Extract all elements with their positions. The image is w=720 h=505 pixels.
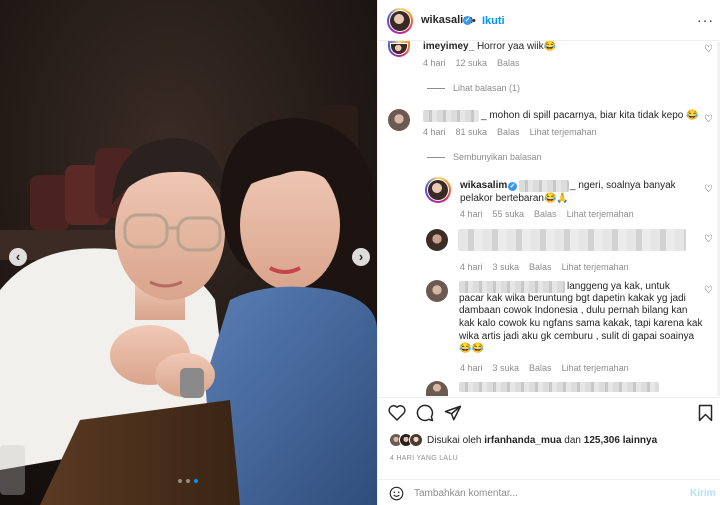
reply-3-translate[interactable]: Lihat terjemahan bbox=[562, 363, 629, 373]
view-replies-label: Lihat balasan (1) bbox=[453, 83, 521, 93]
liked-by-prefix: Disukai oleh bbox=[427, 435, 482, 446]
comment-input[interactable] bbox=[414, 485, 674, 501]
reply-1-username[interactable]: wikasalim bbox=[460, 180, 507, 193]
commenter-avatar[interactable] bbox=[426, 381, 448, 396]
blurred-mention bbox=[519, 180, 569, 192]
heart-icon[interactable] bbox=[388, 404, 406, 421]
reply-1-translate[interactable]: Lihat terjemahan bbox=[567, 209, 634, 219]
reply-3-time: 4 hari bbox=[460, 363, 483, 373]
reply-2-reply[interactable]: Balas bbox=[529, 262, 552, 272]
reply-2-time: 4 hari bbox=[460, 262, 483, 272]
comment-2-translate[interactable]: Lihat terjemahan bbox=[530, 127, 597, 137]
blurred-comment bbox=[458, 229, 686, 251]
blurred-username bbox=[423, 110, 479, 122]
carousel-dot-active bbox=[194, 479, 198, 483]
comment-1-time: 4 hari bbox=[423, 58, 446, 68]
comment-2-meta: 4 hari 81 suka Balas Lihat terjemahan bbox=[423, 127, 597, 137]
carousel-dot bbox=[186, 479, 190, 483]
hide-replies-button[interactable]: Sembunyikan balasan bbox=[427, 152, 542, 162]
author-avatar[interactable] bbox=[387, 8, 413, 34]
follow-button[interactable]: Ikuti bbox=[482, 15, 505, 27]
liked-by-text[interactable]: Disukai oleh irfanhanda_mua dan 125,306 … bbox=[427, 435, 657, 446]
comment-1-meta: 4 hari 12 suka Balas bbox=[423, 58, 520, 68]
post-timestamp[interactable]: 4 HARI YANG LALU bbox=[390, 455, 458, 462]
carousel-dots bbox=[178, 479, 198, 483]
reply-2-translate[interactable]: Lihat terjemahan bbox=[562, 262, 629, 272]
reply-1-reply[interactable]: Balas bbox=[534, 209, 557, 219]
more-options-icon[interactable]: ··· bbox=[697, 12, 714, 28]
comment-2-likes[interactable]: 81 suka bbox=[456, 127, 488, 137]
chevron-right-icon: › bbox=[358, 249, 364, 264]
like-count[interactable]: 125,306 bbox=[584, 435, 620, 446]
comment-like-icon[interactable]: ♡ bbox=[704, 114, 713, 125]
bookmark-icon[interactable] bbox=[698, 404, 713, 422]
commenter-avatar[interactable] bbox=[426, 280, 448, 302]
comment-2-text: _ mohon di spill pacarnya, biar kita tid… bbox=[481, 110, 699, 121]
reply-1-username-label: wikasalim bbox=[460, 180, 508, 191]
comment-1-text-row: imeyimey_ Horror yaa wiik😂 bbox=[423, 41, 556, 51]
comment-1-likes[interactable]: 12 suka bbox=[456, 58, 488, 68]
reply-author-avatar[interactable] bbox=[425, 177, 451, 203]
carousel-dot bbox=[178, 479, 182, 483]
chevron-left-icon: ‹ bbox=[15, 249, 21, 264]
reply-1-time: 4 hari bbox=[460, 209, 483, 219]
reply-1-likes[interactable]: 55 suka bbox=[493, 209, 525, 219]
comment-1-username[interactable]: imeyimey_ bbox=[423, 41, 474, 51]
reply-3-line4: kak kalo cowok ku ngfans sama kakak, tap… bbox=[459, 318, 703, 329]
header-separator: • bbox=[472, 15, 476, 27]
commenter-avatar[interactable] bbox=[388, 109, 410, 131]
post-photo: ‹ › bbox=[0, 0, 377, 505]
liked-by-avatars[interactable] bbox=[389, 433, 423, 447]
reply-3-likes[interactable]: 3 suka bbox=[493, 363, 520, 373]
liked-by-user[interactable]: irfanhanda_mua bbox=[484, 435, 561, 446]
reply-1-text-line1: _ ngeri, soalnya banyak bbox=[570, 180, 676, 191]
reply-1-meta: 4 hari 55 suka Balas Lihat terjemahan bbox=[460, 209, 634, 219]
reply-3-line6: 😂😂 bbox=[459, 343, 484, 354]
emoji-icon[interactable] bbox=[389, 486, 404, 501]
reply-3-meta: 4 hari 3 suka Balas Lihat terjemahan bbox=[460, 363, 629, 373]
liked-by-suffix: lainnya bbox=[622, 435, 658, 446]
comment-like-icon[interactable]: ♡ bbox=[704, 44, 713, 55]
reply-3-line5: wika artis jadi aku gk cemburu , sulit d… bbox=[459, 331, 695, 342]
reply-2-meta: 4 hari 3 suka Balas Lihat terjemahan bbox=[460, 262, 629, 272]
comment-2-time: 4 hari bbox=[423, 127, 446, 137]
verified-badge-icon: ✓ bbox=[463, 16, 472, 25]
comment-1-text: Horror yaa wiik😂 bbox=[476, 41, 557, 51]
comment-1-reply[interactable]: Balas bbox=[497, 58, 520, 68]
verified-badge-icon: ✓ bbox=[508, 182, 517, 191]
carousel-next-button[interactable]: › bbox=[352, 248, 370, 266]
comment-composer: Kirim bbox=[377, 479, 720, 505]
share-icon[interactable] bbox=[444, 404, 462, 422]
carousel-prev-button[interactable]: ‹ bbox=[9, 248, 27, 266]
blurred-username bbox=[459, 281, 565, 293]
liked-by-joiner: dan bbox=[564, 435, 581, 446]
couple-photo bbox=[0, 0, 377, 505]
reply-3-line3: dambaan cowok Indonesia , dulu pernah bi… bbox=[459, 305, 688, 316]
reply-3-reply[interactable]: Balas bbox=[529, 363, 552, 373]
reply-3-line2: pacar kak wika beruntung bgt dapetin kak… bbox=[459, 293, 686, 304]
post-comment-button[interactable]: Kirim bbox=[690, 488, 716, 499]
view-replies-button[interactable]: Lihat balasan (1) bbox=[427, 83, 520, 93]
comment-like-icon[interactable]: ♡ bbox=[704, 234, 713, 245]
reply-1-text-line2: pelakor bertebaran😂🙏 bbox=[460, 193, 569, 204]
comment-icon[interactable] bbox=[416, 404, 434, 422]
commenter-avatar[interactable] bbox=[426, 229, 448, 251]
reply-2-likes[interactable]: 3 suka bbox=[493, 262, 520, 272]
reply-3-line1: langgeng ya kak, untuk bbox=[567, 281, 670, 292]
hide-replies-label: Sembunyikan balasan bbox=[453, 152, 542, 162]
blurred-comment bbox=[459, 382, 659, 392]
comment-2-reply[interactable]: Balas bbox=[497, 127, 520, 137]
comment-like-icon[interactable]: ♡ bbox=[704, 184, 713, 195]
comment-like-icon[interactable]: ♡ bbox=[704, 285, 713, 296]
